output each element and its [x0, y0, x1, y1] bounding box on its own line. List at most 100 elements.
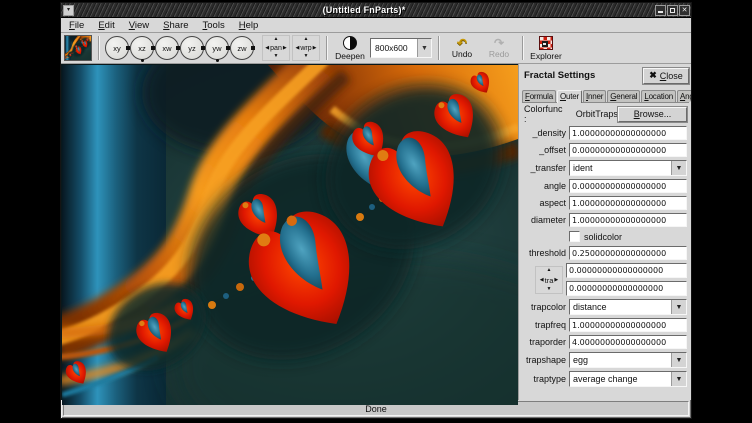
diameter-field[interactable]: 1.00000000000000000 [569, 213, 687, 227]
trapshape-select[interactable]: egg▼ [569, 352, 687, 368]
rotate-yz-button[interactable]: yz [180, 36, 204, 60]
rotate-xy-button[interactable]: xy [105, 36, 129, 60]
chevron-down-icon[interactable]: ▼ [417, 39, 431, 57]
dial-dot [216, 59, 219, 62]
field-row-tra: ▲◀tra▶▼0.000000000000000000.000000000000… [522, 263, 689, 296]
traptype-select[interactable]: average change▼ [569, 371, 687, 387]
image-size-select[interactable]: 800x600 ▼ [370, 38, 432, 58]
deepen-label: Deepen [335, 51, 365, 61]
pan-warp-group: ▲◀pan▶▼▲◀wrp▶▼ [262, 35, 320, 61]
tab-angles[interactable]: Angles [677, 90, 691, 102]
field-row-traporder: traporder4.00000000000000000 [522, 335, 689, 349]
field-label-trapfreq: trapfreq [522, 320, 569, 330]
threshold-field[interactable]: 0.25000000000000000 [569, 246, 687, 260]
fractal-thumbnail[interactable] [64, 35, 92, 61]
pan-up-arrow-icon[interactable]: ▲ [274, 37, 279, 42]
maximize-button[interactable] [667, 5, 678, 16]
field-label-traporder: traporder [522, 337, 569, 347]
dial-dot [141, 59, 144, 62]
offset-field[interactable]: 0.00000000000000000 [569, 143, 687, 157]
fractal-render [62, 65, 518, 405]
minimize-icon [658, 11, 663, 13]
close-window-icon: ✕ [682, 7, 688, 14]
field-label-threshold: threshold [522, 248, 569, 258]
traporder-field[interactable]: 4.00000000000000000 [569, 335, 687, 349]
undo-label: Undo [452, 49, 472, 59]
explorer-button[interactable]: Explorer [529, 36, 563, 61]
tab-location[interactable]: Location [641, 90, 676, 102]
explorer-icon [539, 36, 553, 50]
field-row-density: _density1.00000000000000000 [522, 126, 689, 140]
tra-down-arrow-icon[interactable]: ▼ [547, 287, 552, 292]
pan-down-arrow-icon[interactable]: ▼ [274, 54, 279, 59]
content-area: Fractal Settings ✖ Close FormulaOuterInn… [61, 64, 691, 400]
menu-item-tools[interactable]: Tools [203, 20, 225, 31]
tra-value-field-1[interactable]: 0.00000000000000000 [566, 263, 687, 278]
wrp-down-arrow-icon[interactable]: ▼ [304, 54, 309, 59]
transfer-select-value: ident [570, 161, 671, 175]
tra-left-arrow-icon[interactable]: ◀ [540, 278, 544, 283]
close-panel-button[interactable]: ✖ Close [643, 68, 689, 84]
rotate-yw-button[interactable]: yw [205, 36, 229, 60]
window-menu-button[interactable]: ▾ [63, 5, 74, 16]
field-row-trapcolor: trapcolordistance▼ [522, 299, 689, 315]
tra-up-arrow-icon[interactable]: ▲ [547, 268, 552, 273]
menu-item-share[interactable]: Share [163, 20, 188, 31]
dial-handle[interactable] [251, 46, 255, 50]
explorer-label: Explorer [530, 51, 562, 61]
tra-value-field-2[interactable]: 0.00000000000000000 [566, 281, 687, 296]
solidcolor-checkbox[interactable] [569, 231, 580, 242]
pan-left-arrow-icon[interactable]: ◀ [265, 46, 269, 51]
tab-outer[interactable]: Outer [557, 90, 582, 103]
redo-button[interactable]: ↷ Redo [482, 38, 516, 59]
rotate-xz-button[interactable]: xz [130, 36, 154, 60]
menu-item-help[interactable]: Help [239, 20, 259, 31]
chevron-down-icon[interactable]: ▼ [671, 161, 686, 175]
trapfreq-field[interactable]: 1.00000000000000000 [569, 318, 687, 332]
parameter-fields: _density1.00000000000000000_offset0.0000… [522, 126, 689, 390]
wrp-spinner-middle: ◀wrp▶ [296, 45, 317, 52]
panel-header: Fractal Settings ✖ Close [522, 66, 689, 85]
menu-item-edit[interactable]: Edit [98, 20, 114, 31]
tab-general[interactable]: General [607, 90, 640, 102]
tab-formula[interactable]: Formula [522, 90, 556, 102]
browse-button[interactable]: Browse... [618, 107, 687, 122]
toolbar-separator [522, 36, 523, 60]
menu-item-view[interactable]: View [129, 20, 149, 31]
angle-field[interactable]: 0.00000000000000000 [569, 179, 687, 193]
title-bar: ▾ (Untitled FnParts)* ✕ [61, 3, 691, 18]
fractal-canvas[interactable] [61, 64, 519, 400]
chevron-down-icon[interactable]: ▼ [671, 300, 686, 314]
field-row-solidcolor: solidcolor [522, 230, 689, 243]
transfer-select[interactable]: ident▼ [569, 160, 687, 176]
rotation-button-group: xyxzxwyzywzw [105, 36, 255, 60]
wrp-right-arrow-icon[interactable]: ▶ [313, 46, 317, 51]
minimize-button[interactable] [655, 5, 666, 16]
undo-button[interactable]: ↶ Undo [445, 38, 479, 59]
tra-spinner[interactable]: ▲◀tra▶▼ [535, 266, 563, 294]
pan-spinner[interactable]: ▲◀pan▶▼ [262, 35, 290, 61]
tra-spinner-middle: ◀tra▶ [540, 276, 558, 285]
trapcolor-select[interactable]: distance▼ [569, 299, 687, 315]
tra-spinner-cell: ▲◀tra▶▼ [522, 266, 566, 294]
chevron-down-icon[interactable]: ▼ [671, 353, 686, 367]
wrp-up-arrow-icon[interactable]: ▲ [304, 37, 309, 42]
tra-right-arrow-icon[interactable]: ▶ [554, 278, 558, 283]
deepen-icon [343, 36, 357, 50]
settings-tabs: FormulaOuterInnerGeneralLocationAngles [522, 86, 689, 103]
toolbar-separator [98, 36, 99, 60]
chevron-down-icon[interactable]: ▼ [671, 372, 686, 386]
density-field[interactable]: 1.00000000000000000 [569, 126, 687, 140]
wrp-spinner[interactable]: ▲ ◀wrp▶ ▼ [292, 35, 320, 61]
rotate-zw-button[interactable]: zw [230, 36, 254, 60]
solidcolor-checkbox-label: solidcolor [584, 232, 622, 242]
close-window-button[interactable]: ✕ [679, 5, 690, 16]
tab-inner[interactable]: Inner [583, 90, 606, 102]
wrp-left-arrow-icon[interactable]: ◀ [296, 46, 300, 51]
aspect-field[interactable]: 1.00000000000000000 [569, 196, 687, 210]
deepen-button[interactable]: Deepen [333, 36, 367, 61]
tra-spinner-label: tra [545, 276, 554, 285]
pan-right-arrow-icon[interactable]: ▶ [283, 46, 287, 51]
rotate-xw-button[interactable]: xw [155, 36, 179, 60]
menu-item-file[interactable]: File [69, 20, 84, 31]
